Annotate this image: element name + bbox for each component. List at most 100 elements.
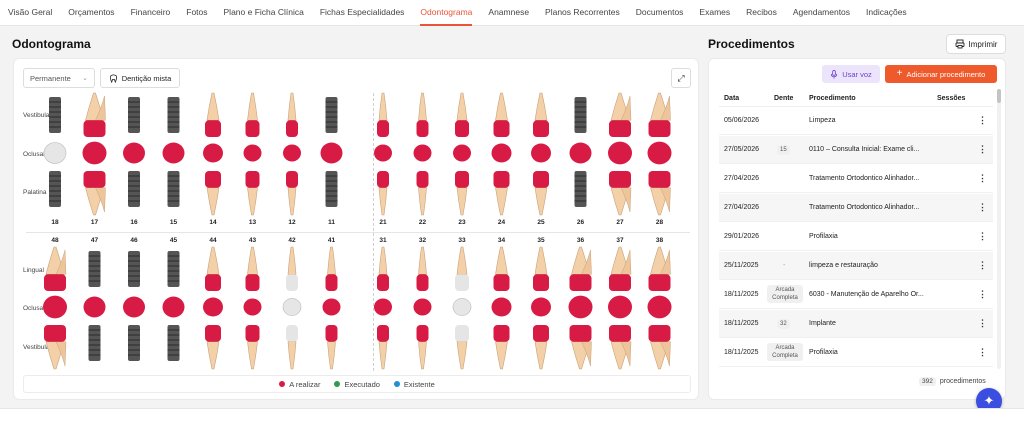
tab-plano-e-ficha-clinica[interactable]: Plano e Ficha Clínica [224,0,304,26]
tooth-number[interactable]: 33 [443,237,481,244]
tooth-number[interactable]: 47 [76,237,114,244]
tab-odontograma[interactable]: Odontograma [420,0,473,26]
microphone-icon [831,69,838,79]
row-menu-icon[interactable]: ⋮ [978,260,987,271]
table-row[interactable]: 05/06/2026 Limpeza ⋮ [719,107,993,135]
tooth-number[interactable]: 31 [364,237,402,244]
tooth-number[interactable]: 16 [115,219,153,226]
tab-exames[interactable]: Exames [699,0,730,26]
tab-fotos[interactable]: Fotos [186,0,207,26]
row-date: 27/04/2026 [724,175,760,182]
tab-indicacoes[interactable]: Indicações [866,0,907,26]
row-procedure: limpeza e restauração [809,262,878,269]
row-tooth: 15 [777,145,790,155]
table-row[interactable]: 18/11/2025 32 Implante ⋮ [719,310,993,338]
tab-orcamentos[interactable]: Orçamentos [68,0,114,26]
table-row[interactable]: 18/11/2025 Arcada Completa 6030 - Manutenç… [719,281,993,309]
tooth-number[interactable]: 48 [36,237,74,244]
tooth-number[interactable]: 23 [443,219,481,226]
legend-label: A realizar [289,379,321,389]
table-row[interactable]: 25/11/2025 - limpeza e restauração ⋮ [719,252,993,280]
scrollbar-thumb[interactable] [997,89,1001,103]
tooth-number[interactable]: 38 [641,237,679,244]
legend-item-executado: Executado [334,379,380,389]
scrollbar-track[interactable] [997,89,1001,369]
table-row[interactable]: 29/01/2026 Profilaxia ⋮ [719,223,993,251]
legend-dot [334,381,341,387]
tooth-number[interactable]: 45 [155,237,193,244]
tooth-number[interactable]: 11 [313,219,351,226]
tab-visao-geral[interactable]: Visão Geral [8,0,52,26]
row-procedure: Profilaxia [809,233,838,240]
row-menu-icon[interactable]: ⋮ [978,173,987,184]
table-row[interactable]: 18/11/2025 Arcada Completa Profilaxia ⋮ [719,339,993,367]
table-row[interactable]: 27/05/2026 15 0110 – Consulta Inicial: Exa… [719,136,993,164]
tooth-number[interactable]: 15 [155,219,193,226]
tab-financeiro[interactable]: Financeiro [131,0,171,26]
tooth-number[interactable]: 27 [601,219,639,226]
tooth-number[interactable]: 44 [194,237,232,244]
column-header-procedimento: Procedimento [809,95,856,102]
procedures-count: 392 procedimentos [919,377,986,386]
tooth-number[interactable]: 18 [36,219,74,226]
row-procedure: Tratamento Ortodontico Alinhador... [809,175,920,182]
odontogram-card: Permanente ⌄ Dentição mista ⤢ Vestibular… [13,58,699,400]
row-date: 25/11/2025 [724,262,759,269]
tooth-number[interactable]: 32 [404,237,442,244]
row-tooth: Arcada Completa [767,343,803,361]
tab-fichas-especialidades[interactable]: Fichas Especialidades [320,0,405,26]
row-menu-icon[interactable]: ⋮ [978,347,987,358]
tooth-number[interactable]: 43 [234,237,272,244]
odontograma-title: Odontograma [12,37,91,51]
row-menu-icon[interactable]: ⋮ [978,318,987,329]
row-date: 29/01/2026 [724,233,760,240]
tab-anamnese[interactable]: Anamnese [488,0,529,26]
legend-item-existente: Existente [393,380,435,389]
row-procedure: 6030 - Manutenção de Aparelho Or... [809,291,924,298]
tooth-number[interactable]: 24 [483,219,521,226]
tab-documentos[interactable]: Documentos [636,0,684,26]
row-menu-icon[interactable]: ⋮ [978,202,987,213]
row-menu-icon[interactable]: ⋮ [978,289,987,300]
print-button[interactable]: Imprimir [946,34,1006,54]
row-tooth: - [783,262,786,269]
add-procedure-button[interactable]: + Adicionar procedimento [885,65,997,83]
legend-label: Executado [344,379,380,389]
tooth-number[interactable]: 12 [273,219,311,226]
row-procedure: 0110 – Consulta Inicial: Exame cli... [809,146,920,153]
tooth-number[interactable]: 25 [522,219,560,226]
tooth-number[interactable]: 13 [234,219,272,226]
tooth-number[interactable]: 14 [194,219,232,226]
tooth-number[interactable]: 36 [562,237,600,244]
tooth-number[interactable]: 26 [562,219,600,226]
tooth-number[interactable]: 46 [115,237,153,244]
column-header-sessoes: Sessões [937,95,966,102]
voice-label: Usar voz [842,69,872,79]
table-header: Data Dente Procedimento Sessões [719,89,993,107]
row-tooth: Arcada Completa [767,285,803,303]
row-date: 18/11/2025 [724,320,759,327]
plus-icon: + [896,68,903,79]
tooth-number[interactable]: 28 [641,219,679,226]
tooth-number[interactable]: 34 [483,237,521,244]
tooth-number[interactable]: 22 [404,219,442,226]
tooth-number[interactable]: 21 [364,219,402,226]
tooth-number[interactable]: 17 [76,219,114,226]
tooth-number[interactable]: 37 [601,237,639,244]
row-menu-icon[interactable]: ⋮ [978,144,987,155]
row-menu-icon[interactable]: ⋮ [978,115,987,126]
tooth-number[interactable]: 41 [313,237,351,244]
tab-planos-recorrentes[interactable]: Planos Recorrentes [545,0,620,26]
tooth-number[interactable]: 35 [522,237,560,244]
tab-agendamentos[interactable]: Agendamentos [793,0,850,26]
row-procedure: Implante [809,320,836,327]
table-row[interactable]: 27/04/2026 Tratamento Ortodontico Alinhad… [719,194,993,222]
bottom-bar [0,408,1024,430]
voice-button[interactable]: Usar voz [822,65,880,83]
table-row[interactable]: 27/04/2026 Tratamento Ortodontico Alinhad… [719,165,993,193]
tooth-number[interactable]: 42 [273,237,311,244]
column-header-data: Data [724,95,740,102]
top-navigation: Visão Geral Orçamentos Financeiro Fotos Plan… [0,0,1024,26]
row-menu-icon[interactable]: ⋮ [978,231,987,242]
tab-recibos[interactable]: Recibos [746,0,777,26]
